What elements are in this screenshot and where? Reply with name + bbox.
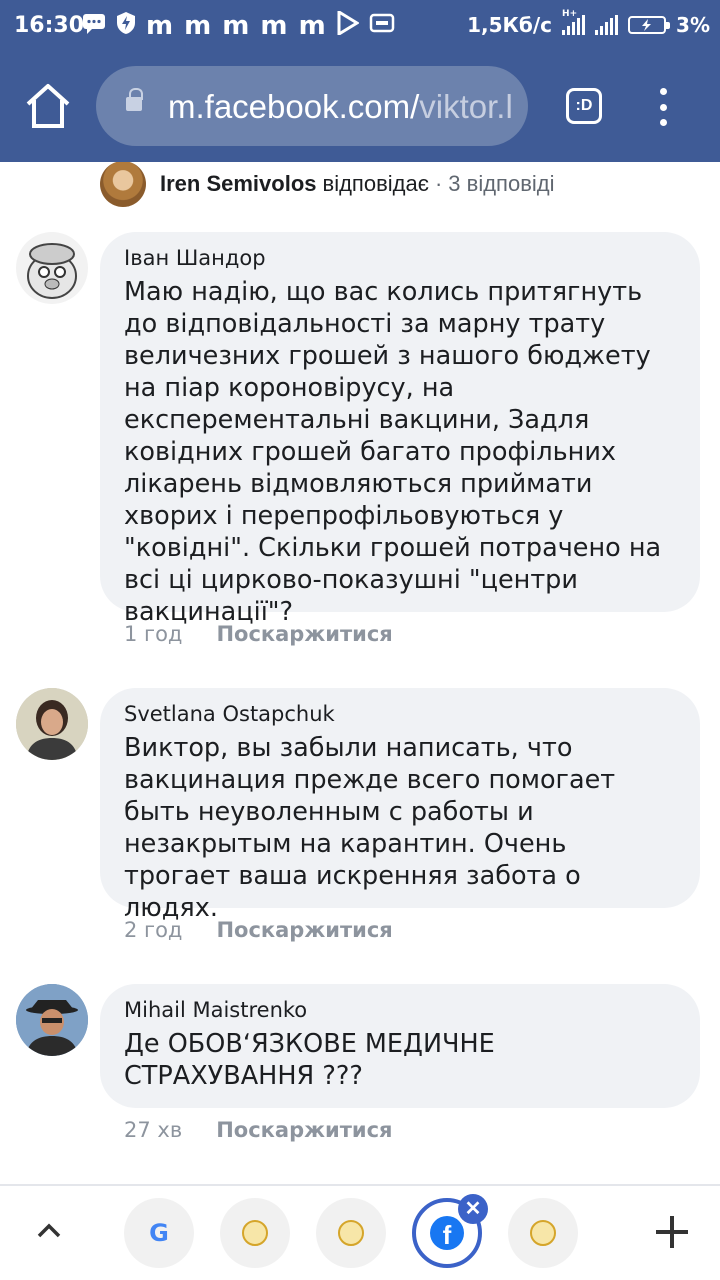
tab-strip: G f ✕ [0, 1186, 720, 1280]
comment-text: Виктор, вы забыли написать, что вакцинац… [124, 733, 616, 923]
address-bar[interactable]: m.facebook.com/viktor.l [96, 66, 528, 146]
notification-icons: m m m m m [82, 9, 395, 41]
avatar[interactable] [16, 232, 88, 304]
overflow-menu-icon[interactable] [656, 88, 670, 126]
comment-author[interactable]: Іван Шандор [124, 246, 676, 270]
tab-site-1[interactable] [220, 1198, 290, 1268]
notification-letters: m m m m m [146, 11, 327, 41]
comment-bubble[interactable]: Mihail Maistrenko Де ОБОВʻЯЗКОВЕ МЕДИЧНЕ… [100, 984, 700, 1108]
new-tab-icon[interactable] [652, 1212, 692, 1252]
avatar [100, 162, 146, 207]
signal-icon-2 [595, 15, 619, 35]
comment-time[interactable]: 27 хв [124, 1118, 182, 1142]
shield-icon [116, 11, 136, 41]
comment-meta: 2 год Поскаржитися [124, 918, 393, 942]
tab-site-3[interactable] [508, 1198, 578, 1268]
comment-bubble[interactable]: Іван Шандор Маю надію, що вас колись при… [100, 232, 700, 627]
comment-author[interactable]: Svetlana Ostapchuk [124, 702, 676, 726]
cast-icon [369, 13, 395, 39]
close-tab-icon[interactable]: ✕ [458, 1194, 488, 1224]
home-icon [26, 84, 70, 128]
net-speed: 1,5Кб/с [467, 13, 553, 37]
url-text[interactable]: m.facebook.com/viktor.l [168, 88, 512, 126]
battery-icon [628, 16, 671, 34]
report-link[interactable]: Поскаржитися [216, 918, 392, 942]
site-favicon-icon [338, 1220, 364, 1246]
tab-google[interactable]: G [124, 1198, 194, 1268]
status-right: 1,5Кб/с H+ 3% [467, 9, 710, 37]
play-store-icon [337, 9, 360, 41]
reply-author: Iren Semivolos [160, 171, 317, 196]
google-icon: G [149, 1219, 169, 1247]
comment-text: Де ОБОВʻЯЗКОВЕ МЕДИЧНЕ СТРАХУВАННЯ ??? [124, 1029, 495, 1091]
status-time: 16:30 [14, 13, 85, 38]
browser-header: 16:30 m m m m m 1,5Кб/с H+ 3% m.facebook… [0, 0, 720, 162]
signal-icon: H+ [562, 9, 586, 35]
separator: · [434, 171, 443, 196]
battery-percent: 3% [676, 13, 710, 37]
reply-action: відповідає [322, 171, 429, 196]
comment-time[interactable]: 2 год [124, 918, 182, 942]
network-type: H+ [562, 9, 578, 19]
tab-switcher-button[interactable]: :D [566, 88, 602, 124]
comment-text: Маю надію, що вас колись притягнуть до в… [124, 277, 662, 627]
comments-area: Iren Semivolos відповідає · 3 відповіді … [0, 162, 720, 1184]
url-host: m.facebook.com/ [168, 88, 420, 125]
status-bar: 16:30 m m m m m 1,5Кб/с H+ 3% [0, 0, 720, 52]
report-link[interactable]: Поскаржитися [216, 622, 392, 646]
avatar[interactable] [16, 688, 88, 760]
avatar[interactable] [16, 984, 88, 1056]
chevron-up-icon[interactable] [34, 1216, 64, 1246]
url-path: viktor.l [419, 88, 512, 125]
message-icon [82, 12, 106, 40]
facebook-icon: f [430, 1216, 464, 1250]
home-button[interactable] [22, 82, 74, 130]
reply-count: 3 відповіді [448, 171, 555, 196]
comment-meta: 27 хв Поскаржитися [124, 1118, 393, 1142]
comment-time[interactable]: 1 год [124, 622, 182, 646]
comment-author[interactable]: Mihail Maistrenko [124, 998, 676, 1022]
tab-site-2[interactable] [316, 1198, 386, 1268]
site-favicon-icon [242, 1220, 268, 1246]
comment-meta: 1 год Поскаржитися [124, 622, 393, 646]
comment-bubble[interactable]: Svetlana Ostapchuk Виктор, вы забыли нап… [100, 688, 700, 923]
site-favicon-icon [530, 1220, 556, 1246]
lock-icon [126, 88, 143, 111]
reply-thread-header[interactable]: Iren Semivolos відповідає · 3 відповіді [100, 162, 555, 207]
report-link[interactable]: Поскаржитися [216, 1118, 392, 1142]
